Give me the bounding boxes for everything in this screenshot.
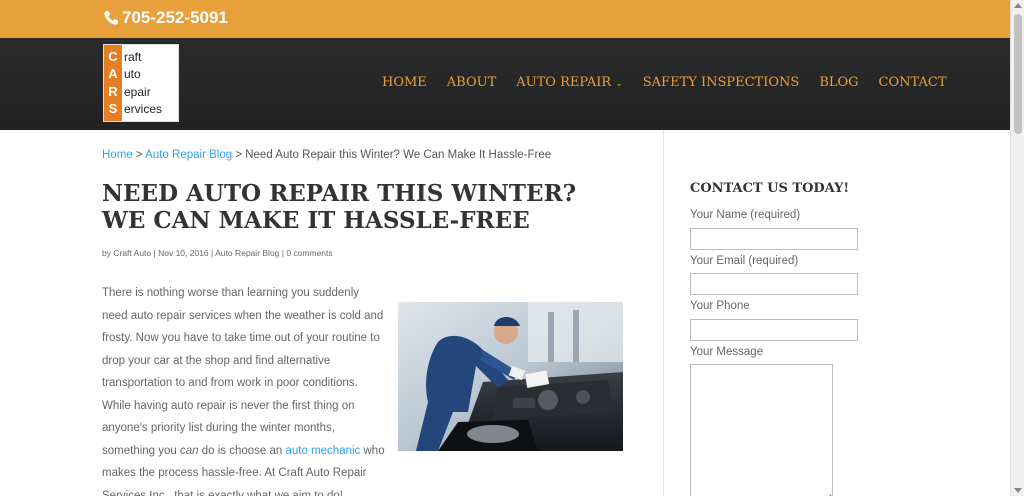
breadcrumb-home[interactable]: Home xyxy=(102,149,133,161)
phone-field[interactable] xyxy=(690,319,858,341)
body-text-1: There is nothing worse than learning you… xyxy=(102,287,384,457)
chevron-down-icon: ⌄ xyxy=(615,79,623,89)
phone-text[interactable]: 705-252-5091 xyxy=(122,8,228,28)
body-emphasis: can xyxy=(180,444,199,457)
message-label: Your Message xyxy=(690,346,764,358)
phone-icon xyxy=(104,11,118,25)
phone-label: Your Phone xyxy=(690,300,750,312)
post-body: There is nothing worse than learning you… xyxy=(102,282,387,496)
body-text-2: do is choose an xyxy=(198,444,286,457)
logo-letter: A xyxy=(108,66,118,82)
logo-word: raft xyxy=(124,49,142,64)
email-label: Your Email (required) xyxy=(690,255,799,267)
nav-about[interactable]: ABOUT xyxy=(447,75,496,90)
logo-word: epair xyxy=(124,84,151,99)
logo-word: uto xyxy=(124,67,141,82)
message-field[interactable] xyxy=(690,364,833,496)
meta-by: by xyxy=(102,248,114,258)
email-field[interactable] xyxy=(690,273,858,295)
nav-safety-inspections[interactable]: SAFETY INSPECTIONS xyxy=(643,75,800,90)
breadcrumb-sep: > xyxy=(132,149,146,161)
mechanic-photo xyxy=(398,302,623,451)
page-title: NEED AUTO REPAIR THIS WINTER? WE CAN MAK… xyxy=(102,180,577,234)
scroll-up-icon[interactable] xyxy=(1014,3,1022,8)
nav-home[interactable]: HOME xyxy=(382,75,427,90)
mechanic-photo-graphic xyxy=(398,302,623,451)
auto-mechanic-link[interactable]: auto mechanic xyxy=(286,445,361,457)
site-logo[interactable]: C A R S raft uto epair ervices xyxy=(103,44,179,122)
logo-letter: R xyxy=(108,83,118,99)
logo-letter: S xyxy=(108,101,118,117)
phone-number[interactable]: 705-252-5091 xyxy=(103,8,228,28)
scrollbar-thumb[interactable] xyxy=(1014,14,1022,134)
logo-words: raft uto epair ervices xyxy=(122,45,162,121)
breadcrumb-sep: > xyxy=(232,149,246,161)
breadcrumb-current: Need Auto Repair this Winter? We Can Mak… xyxy=(245,149,552,161)
scroll-down-icon[interactable] xyxy=(1014,488,1022,493)
logo-letter-bar: C A R S xyxy=(104,45,122,121)
nav-auto-repair[interactable]: AUTO REPAIR ⌄ xyxy=(516,75,623,90)
top-bar: 705-252-5091 xyxy=(0,0,1010,38)
logo-word: ervices xyxy=(124,102,163,117)
nav-contact[interactable]: CONTACT xyxy=(879,75,947,90)
meta-date: Nov 10, 2016 xyxy=(158,248,209,258)
page-scrollbar[interactable] xyxy=(1010,0,1024,496)
meta-comments[interactable]: 0 comments xyxy=(286,248,332,258)
breadcrumb: Home > Auto Repair Blog > Need Auto Repa… xyxy=(102,149,551,161)
name-field[interactable] xyxy=(690,228,858,250)
nav-blog[interactable]: BLOG xyxy=(819,75,858,90)
logo-letter: C xyxy=(108,48,118,64)
breadcrumb-category[interactable]: Auto Repair Blog xyxy=(145,149,232,161)
nav-auto-repair-label: AUTO REPAIR xyxy=(516,75,612,90)
contact-heading: CONTACT US TODAY! xyxy=(690,181,850,196)
post-meta: by Craft Auto | Nov 10, 2016 | Auto Repa… xyxy=(102,248,333,258)
meta-category[interactable]: Auto Repair Blog xyxy=(215,248,279,258)
site-header: C A R S raft uto epair ervices HOME ABOU… xyxy=(0,38,1010,130)
name-label: Your Name (required) xyxy=(690,209,801,221)
main-nav: HOME ABOUT AUTO REPAIR ⌄ SAFETY INSPECTIO… xyxy=(382,75,967,90)
sidebar-divider xyxy=(663,130,664,496)
meta-author[interactable]: Craft Auto xyxy=(113,248,151,258)
